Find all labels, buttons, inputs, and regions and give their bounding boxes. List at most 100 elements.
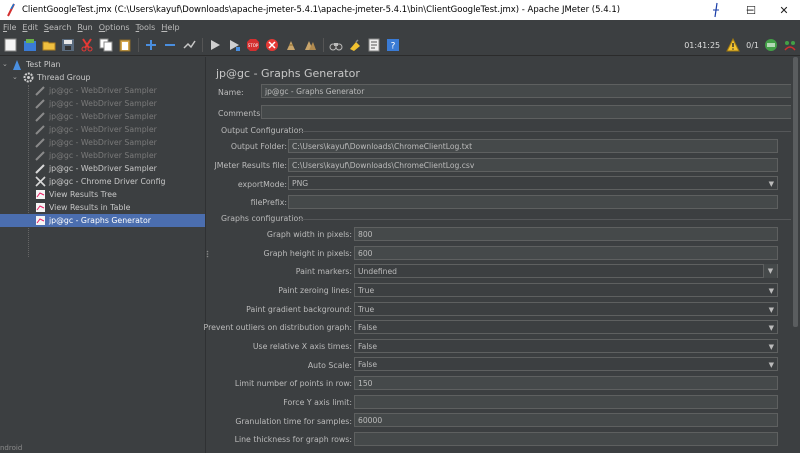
graphs-generator-panel: jp@gc - Graphs Generator Name: jp@gc - G… [204, 57, 800, 453]
window-title: ClientGoogleTest.jmx (C:\Users\kayuf\Dow… [22, 5, 621, 15]
chevron-down-icon: ▼ [768, 287, 774, 295]
menu-file[interactable]: File [0, 23, 19, 32]
tree-item-webdriver-sampler[interactable]: jp@gc - WebDriver Sampler [34, 136, 157, 149]
paint-markers-select[interactable]: Undefined ▼ [354, 264, 778, 278]
chevron-down-icon: ▼ [768, 306, 774, 314]
export-mode-select[interactable]: PNG ▼ [288, 176, 778, 190]
help-icon[interactable]: ? [384, 36, 401, 53]
window-title-bar: ClientGoogleTest.jmx (C:\Users\kayuf\Dow… [0, 0, 800, 20]
page-title: jp@gc - Graphs Generator [216, 67, 360, 80]
pen-icon [34, 150, 46, 162]
menu-tools[interactable]: Tools [133, 23, 159, 32]
relative-x-label: Use relative X axis times: [252, 342, 352, 351]
shutdown-icon[interactable] [263, 36, 280, 53]
thread-group-expander-icon[interactable]: ⌄ [12, 73, 18, 81]
tree-item-webdriver-sampler[interactable]: jp@gc - WebDriver Sampler [34, 123, 157, 136]
paint-zeroing-select[interactable]: True ▼ [354, 283, 778, 297]
tree-item-view-results-table[interactable]: View Results in Table [34, 201, 130, 214]
stop-icon[interactable]: STOP [244, 36, 261, 53]
graph-height-label: Graph height in pixels: [263, 249, 352, 258]
jmeter-feather-icon [3, 2, 19, 18]
tree-item-thread-group[interactable]: Thread Group [22, 71, 90, 84]
expand-icon[interactable] [142, 36, 159, 53]
pen-icon [34, 124, 46, 136]
menu-help[interactable]: Help [158, 23, 182, 32]
tree-item-webdriver-sampler-active[interactable]: jp@gc - WebDriver Sampler [34, 162, 157, 175]
paste-icon[interactable] [116, 36, 133, 53]
graph-height-field[interactable]: 600 [354, 246, 778, 260]
test-plan-expander-icon[interactable]: ⌄ [2, 60, 8, 68]
tree-item-test-plan[interactable]: Test Plan [11, 58, 60, 71]
menu-search[interactable]: Search [41, 23, 74, 32]
relative-x-select[interactable]: False ▼ [354, 339, 778, 353]
wrench-icon [34, 176, 46, 188]
limit-points-label: Limit number of points in row: [234, 379, 352, 388]
test-plan-tree[interactable]: ⌄ Test Plan ⌄ Thread Group jp@gc - WebDr… [0, 57, 205, 453]
comments-field[interactable] [261, 105, 793, 119]
line-thickness-field[interactable] [354, 432, 778, 446]
paint-gradient-select[interactable]: True ▼ [354, 302, 778, 316]
comments-label: Comments: [218, 109, 263, 118]
search-binoculars-icon[interactable] [327, 36, 344, 53]
templates-icon[interactable] [21, 36, 38, 53]
output-folder-label: Output Folder: [230, 142, 287, 151]
splitter-grip-icon[interactable] [206, 250, 209, 258]
listener-chart-icon [34, 215, 46, 227]
prevent-outliers-select[interactable]: False ▼ [354, 320, 778, 334]
vertical-scrollbar[interactable] [791, 57, 800, 453]
output-folder-field[interactable]: C:\Users\kayuf\Downloads\ChromeClientLog… [288, 139, 778, 153]
scrollbar-thumb[interactable] [793, 57, 798, 327]
save-icon[interactable] [59, 36, 76, 53]
toggle-icon[interactable] [180, 36, 197, 53]
tree-item-webdriver-sampler[interactable]: jp@gc - WebDriver Sampler [34, 149, 157, 162]
graph-width-label: Graph width in pixels: [266, 230, 352, 239]
cut-icon[interactable] [78, 36, 95, 53]
mouse-cursor-icon [711, 2, 721, 18]
function-helper-icon[interactable] [365, 36, 382, 53]
menu-edit[interactable]: Edit [19, 23, 41, 32]
output-configuration-header: Output Configuration [221, 126, 304, 135]
force-y-field[interactable] [354, 395, 778, 409]
export-mode-label: exportMode: [237, 180, 287, 189]
file-prefix-label: filePrefix: [250, 198, 287, 207]
collapse-icon[interactable] [161, 36, 178, 53]
chevron-down-icon: ▼ [768, 361, 774, 369]
main-toolbar: STOP ? 01:41:25 0/1 [0, 34, 800, 56]
maximize-button[interactable]: ☐ [735, 0, 767, 20]
line-thickness-label: Line thickness for graph rows: [234, 435, 352, 444]
clear-all-icon[interactable] [301, 36, 318, 53]
status-indicator-icon [762, 37, 779, 54]
remote-hosts-icon[interactable] [781, 37, 798, 54]
reset-search-icon[interactable] [346, 36, 363, 53]
tree-item-webdriver-sampler[interactable]: jp@gc - WebDriver Sampler [34, 110, 157, 123]
tree-item-webdriver-sampler[interactable]: jp@gc - WebDriver Sampler [34, 84, 157, 97]
copy-icon[interactable] [97, 36, 114, 53]
tree-item-webdriver-sampler[interactable]: jp@gc - WebDriver Sampler [34, 97, 157, 110]
close-button[interactable]: ✕ [768, 0, 800, 20]
menu-run[interactable]: Run [74, 23, 95, 32]
chevron-down-icon[interactable]: ▼ [763, 264, 777, 278]
start-icon[interactable] [206, 36, 223, 53]
granulation-label: Granulation time for samples: [235, 417, 352, 426]
warning-icon[interactable] [724, 37, 741, 54]
start-no-pauses-icon[interactable] [225, 36, 242, 53]
menu-options[interactable]: Options [96, 23, 133, 32]
limit-points-field[interactable]: 150 [354, 376, 778, 390]
auto-scale-select[interactable]: False ▼ [354, 357, 778, 371]
auto-scale-label: Auto Scale: [307, 361, 352, 370]
results-file-field[interactable]: C:\Users\kayuf\Downloads\ChromeClientLog… [288, 158, 778, 172]
paint-markers-label: Paint markers: [295, 267, 352, 276]
tree-item-view-results-tree[interactable]: View Results Tree [34, 188, 117, 201]
pen-icon [34, 111, 46, 123]
graph-width-field[interactable]: 800 [354, 227, 778, 241]
prevent-outliers-label: Prevent outliers on distribution graph: [203, 323, 352, 332]
granulation-field[interactable]: 60000 [354, 413, 778, 427]
name-field[interactable]: jp@gc - Graphs Generator [261, 84, 793, 98]
tree-item-chrome-driver-config[interactable]: jp@gc - Chrome Driver Config [34, 175, 165, 188]
open-icon[interactable] [40, 36, 57, 53]
force-y-label: Force Y axis limit: [283, 398, 352, 407]
tree-item-graphs-generator[interactable]: jp@gc - Graphs Generator [0, 214, 205, 227]
new-icon[interactable] [2, 36, 19, 53]
file-prefix-field[interactable] [288, 195, 778, 209]
clear-icon[interactable] [282, 36, 299, 53]
